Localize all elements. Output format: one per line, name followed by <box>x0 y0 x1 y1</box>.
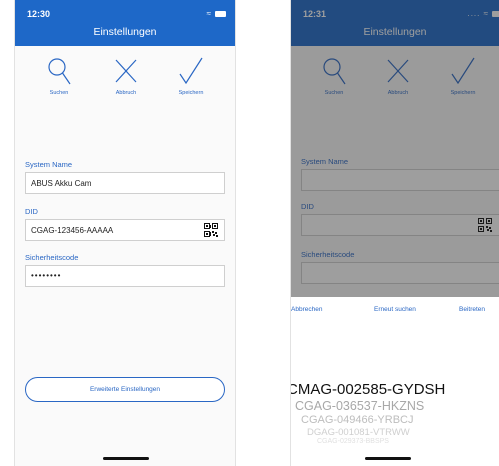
wifi-icon: ≈ <box>483 9 489 18</box>
save-button[interactable]: Speichern <box>161 46 221 96</box>
cancel-picker-button[interactable]: Abbrechen <box>291 306 322 313</box>
page-title: Einstellungen <box>363 26 427 38</box>
status-time: 12:30 <box>27 9 51 19</box>
search-again-button[interactable]: Erneut suchen <box>374 306 416 313</box>
system-name-label: System Name <box>301 157 349 166</box>
security-code-field[interactable]: •••••••• <box>25 265 225 287</box>
system-name-field[interactable]: ABUS Akku Cam <box>25 172 225 194</box>
cancel-button[interactable]: Abbruch <box>96 46 156 96</box>
cancel-button-label: Abbruch <box>387 90 409 96</box>
status-time: 12:31 <box>303 9 327 19</box>
status-icons: ≈ <box>207 9 226 18</box>
picker-item[interactable]: CGAG-049466-YRBCJ <box>301 414 414 426</box>
page-title: Einstellungen <box>93 26 157 38</box>
home-indicator <box>365 457 411 460</box>
search-button[interactable]: Suchen <box>304 46 364 96</box>
search-icon <box>48 58 71 85</box>
did-label: DID <box>25 207 38 216</box>
picker-item-selected[interactable]: CMAG-002585-GYDSH <box>291 381 445 398</box>
security-code-field[interactable] <box>301 262 499 284</box>
search-icon <box>323 58 346 85</box>
wifi-icon: ≈ <box>206 9 212 18</box>
search-button-label: Suchen <box>49 90 69 96</box>
search-button[interactable]: Suchen <box>29 46 89 96</box>
settings-screen-left: 12:30 ≈ Einstellungen Suchen Abbruch Spe… <box>14 0 236 466</box>
qr-code-icon[interactable] <box>478 218 492 232</box>
qr-code-icon[interactable] <box>204 223 218 237</box>
picker-item[interactable]: DGAG-001081-VTRWW <box>307 427 410 438</box>
security-code-label: Sicherheitscode <box>301 250 355 259</box>
cancel-button-label: Abbruch <box>115 90 137 96</box>
settings-screen-right: 12:31 .... ≈ Einstellungen Suchen Abbruc… <box>290 0 499 466</box>
checkmark-icon <box>179 57 203 85</box>
security-code-value: •••••••• <box>31 271 62 280</box>
picker-item[interactable]: CGAG-036537-HKZNS <box>295 399 424 413</box>
battery-icon <box>492 10 499 17</box>
device-picker-sheet: Abbrechen Erneut suchen Beitreten CMAG-0… <box>291 297 499 466</box>
join-button[interactable]: Beitreten <box>459 306 485 313</box>
close-icon <box>115 59 137 83</box>
close-icon <box>387 59 409 83</box>
action-toolbar: Suchen Abbruch Speichern <box>291 46 499 138</box>
security-code-label: Sicherheitscode <box>25 253 79 262</box>
picker-item[interactable]: CGAG-029373-BBSPS <box>317 438 389 445</box>
navigation-bar: 12:31 .... ≈ Einstellungen <box>291 0 499 46</box>
system-name-field[interactable] <box>301 169 499 191</box>
dimmed-background: 12:31 .... ≈ Einstellungen Suchen Abbruc… <box>291 0 499 297</box>
did-field[interactable]: CGAG-123456-AAAAA <box>25 219 225 241</box>
search-button-label: Suchen <box>324 90 344 96</box>
save-button[interactable]: Speichern <box>433 46 493 96</box>
save-button-label: Speichern <box>450 90 476 96</box>
advanced-settings-button[interactable]: Erweiterte Einstellungen <box>25 377 225 402</box>
signal-icon: .... <box>467 9 481 18</box>
navigation-bar: 12:30 ≈ Einstellungen <box>15 0 235 46</box>
did-value: CGAG-123456-AAAAA <box>31 226 114 235</box>
system-name-value: ABUS Akku Cam <box>31 179 92 188</box>
home-indicator <box>103 457 149 460</box>
checkmark-icon <box>451 57 475 85</box>
did-field[interactable] <box>301 214 499 236</box>
status-icons: .... ≈ <box>467 9 499 18</box>
system-name-label: System Name <box>25 160 73 169</box>
battery-icon <box>215 10 226 17</box>
action-toolbar: Suchen Abbruch Speichern <box>15 46 235 138</box>
did-label: DID <box>301 202 314 211</box>
save-button-label: Speichern <box>178 90 204 96</box>
cancel-button[interactable]: Abbruch <box>368 46 428 96</box>
